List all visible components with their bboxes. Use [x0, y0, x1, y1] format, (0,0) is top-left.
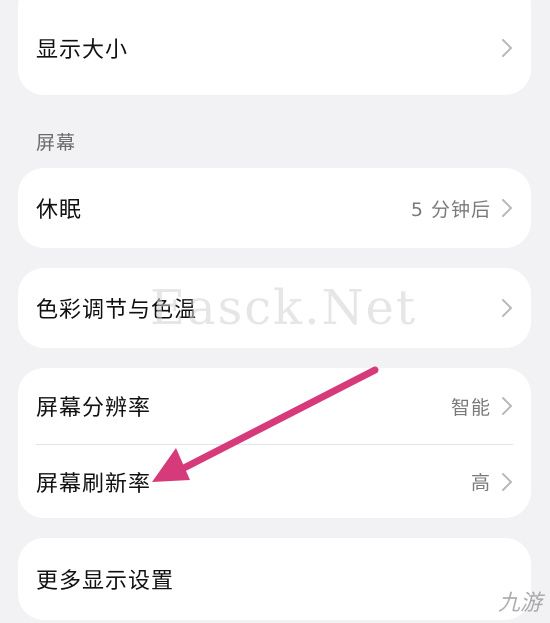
resolution-row[interactable]: 屏幕分辨率 智能: [18, 368, 531, 444]
sleep-row[interactable]: 休眠 5 分钟后: [18, 168, 531, 248]
resolution-label: 屏幕分辨率: [36, 396, 152, 421]
chevron-right-icon: [501, 396, 513, 416]
section-header-screen: 屏幕: [36, 132, 77, 154]
refresh-rate-label: 屏幕刷新率: [36, 471, 152, 497]
display-size-label: 显示大小: [36, 37, 129, 63]
chevron-right-icon: [501, 38, 513, 58]
more-settings-card: 更多显示设置: [18, 538, 531, 620]
refresh-rate-row[interactable]: 屏幕刷新率 高: [18, 445, 531, 518]
sleep-label: 休眠: [36, 198, 83, 223]
resolution-card: 屏幕分辨率 智能 屏幕刷新率 高: [18, 368, 531, 518]
more-settings-row[interactable]: 更多显示设置: [18, 538, 531, 620]
refresh-rate-value: 高: [470, 472, 491, 494]
chevron-right-icon: [501, 472, 513, 492]
display-size-card: 显示大小: [18, 0, 531, 95]
sleep-card: 休眠 5 分钟后: [18, 168, 531, 248]
color-temperature-label: 色彩调节与色温: [36, 298, 198, 323]
more-settings-label: 更多显示设置: [36, 569, 175, 594]
chevron-right-icon: [501, 198, 513, 218]
sleep-value: 5 分钟后: [410, 198, 491, 221]
color-card: 色彩调节与色温: [18, 268, 531, 348]
display-size-row[interactable]: 显示大小: [18, 0, 531, 95]
site-logo: 九游: [497, 591, 542, 616]
resolution-value: 智能: [450, 396, 491, 419]
color-temperature-row[interactable]: 色彩调节与色温: [18, 268, 531, 348]
chevron-right-icon: [501, 298, 513, 318]
